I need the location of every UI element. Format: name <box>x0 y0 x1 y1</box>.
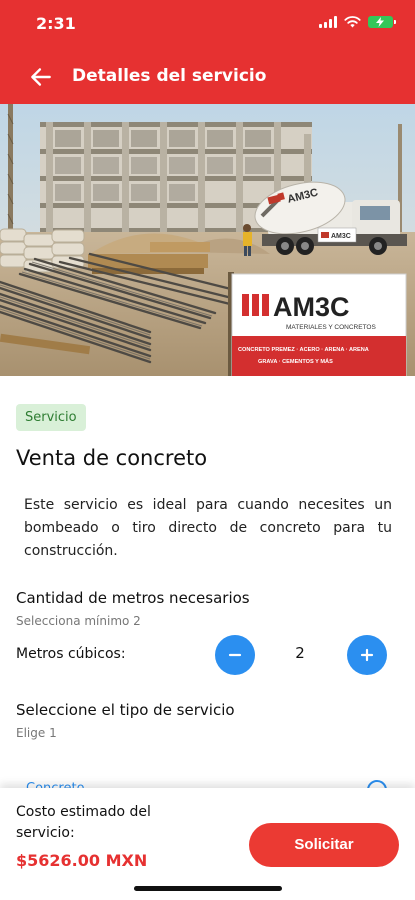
request-button[interactable]: Solicitar <box>249 823 399 867</box>
service-description: Este servicio es ideal para cuando neces… <box>24 497 392 559</box>
service-title: Venta de concreto <box>16 446 208 470</box>
home-indicator[interactable] <box>134 886 282 891</box>
service-type-subtitle: Elige 1 <box>16 726 57 740</box>
status-bar: 2:31 <box>0 0 415 50</box>
service-category-badge: Servicio <box>16 404 86 431</box>
bottom-bar: Costo estimado del servicio: $5626.00 MX… <box>0 788 415 900</box>
decrease-button[interactable] <box>215 635 255 675</box>
wifi-icon <box>344 16 361 28</box>
status-time: 2:31 <box>36 14 76 33</box>
sign-tagline-text: MATERIALES Y CONCRETOS <box>286 324 376 331</box>
quantity-value: 2 <box>295 644 305 662</box>
minus-icon <box>228 653 242 657</box>
quantity-section-title: Cantidad de metros necesarios <box>16 589 250 607</box>
service-type-title: Seleccione el tipo de servicio <box>16 701 235 719</box>
increase-button[interactable] <box>347 635 387 675</box>
status-icons <box>319 16 396 28</box>
plus-icon <box>360 648 374 662</box>
cubic-meters-label: Metros cúbicos: <box>16 646 126 662</box>
quantity-section-subtitle: Selecciona mínimo 2 <box>16 614 141 628</box>
estimated-cost-value: $5626.00 MXN <box>16 851 148 870</box>
sign-products-line-2: GRAVA · CEMENTOS Y MÁS <box>258 358 333 365</box>
service-image: AM3C AM3C AM3C MATERIALES Y CONCRETOS CO… <box>0 104 415 376</box>
app-bar: Detalles del servicio <box>0 50 415 104</box>
sign-products-line-1: CONCRETO PREMEZ · ACERO · ARENA · ARENA <box>238 347 369 353</box>
estimated-cost-label: Costo estimado del servicio: <box>16 804 151 841</box>
battery-charging-icon <box>368 16 396 28</box>
sign-brand-text: AM3C <box>273 292 350 322</box>
back-arrow-icon[interactable] <box>28 64 54 90</box>
page-title: Detalles del servicio <box>72 66 267 86</box>
cellular-signal-icon <box>319 16 337 28</box>
truck-side-brand: AM3C <box>331 233 351 240</box>
top-bar: 2:31 Detalles del servicio <box>0 0 415 104</box>
